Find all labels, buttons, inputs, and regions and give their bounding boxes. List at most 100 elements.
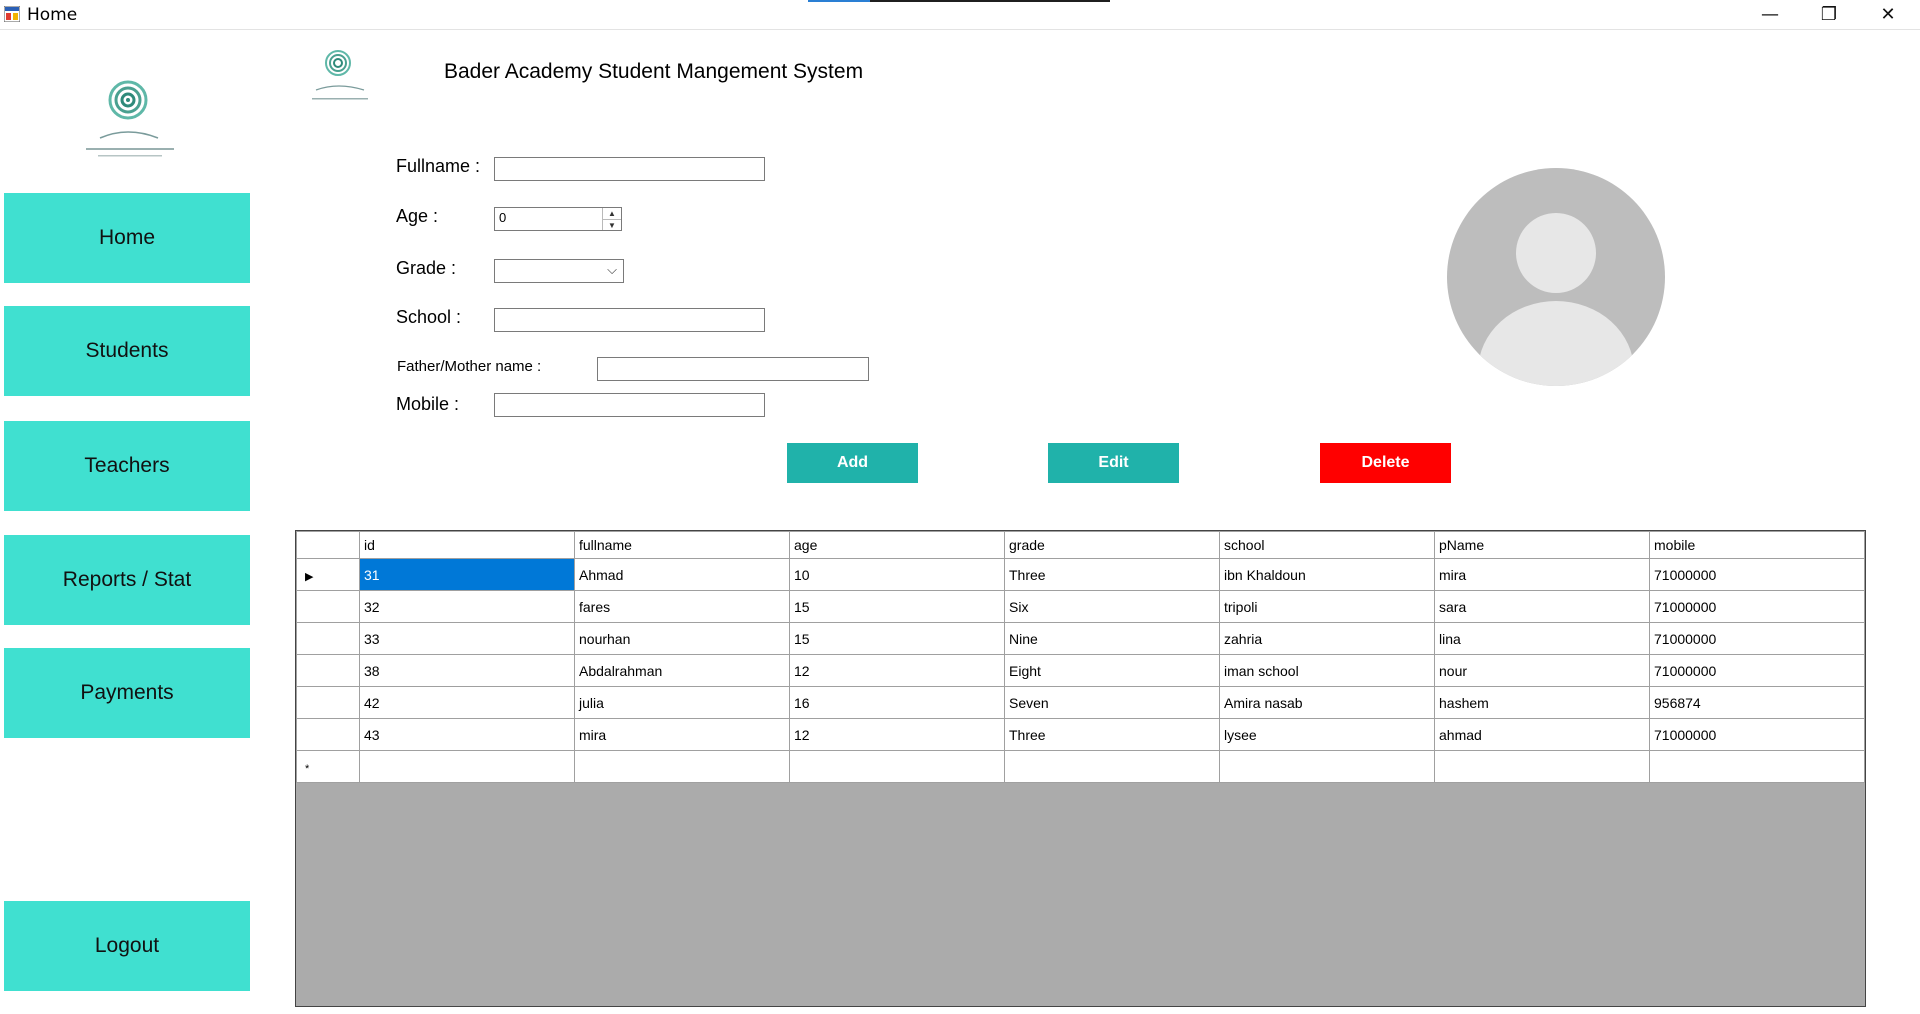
cell-mobile[interactable]: 71000000: [1649, 590, 1865, 623]
add-button[interactable]: Add: [787, 443, 918, 483]
cell-age[interactable]: 15: [789, 622, 1005, 655]
row-header-corner: [296, 531, 360, 559]
cell-pname[interactable]: mira: [1434, 558, 1650, 591]
new-cell[interactable]: [359, 750, 575, 783]
row-header[interactable]: [296, 590, 360, 623]
new-cell[interactable]: [1219, 750, 1435, 783]
cell-grade[interactable]: Eight: [1004, 654, 1220, 687]
delete-button-label: Delete: [1361, 454, 1410, 471]
sidebar-item-payments[interactable]: Payments: [4, 648, 250, 738]
new-cell[interactable]: [574, 750, 790, 783]
age-value: 0: [499, 210, 507, 225]
cell-pname[interactable]: nour: [1434, 654, 1650, 687]
table-row[interactable]: 42 julia 16 Seven Amira nasab hashem 956…: [296, 686, 1865, 719]
spin-down-icon[interactable]: ▼: [603, 220, 621, 231]
row-header[interactable]: [296, 686, 360, 719]
column-header-mobile[interactable]: mobile: [1649, 531, 1865, 559]
cell-pname[interactable]: sara: [1434, 590, 1650, 623]
sidebar-item-home[interactable]: Home: [4, 193, 250, 283]
cell-mobile[interactable]: 71000000: [1649, 558, 1865, 591]
table-row[interactable]: 32 fares 15 Six tripoli sara 71000000: [296, 590, 1865, 623]
cell-id[interactable]: 31: [359, 558, 575, 591]
table-row[interactable]: ▶ 31 Ahmad 10 Three ibn Khaldoun mira 71…: [296, 558, 1865, 591]
cell-id[interactable]: 33: [359, 622, 575, 655]
close-icon: ✕: [1880, 4, 1896, 25]
age-spinner[interactable]: ▲ ▼: [602, 208, 621, 230]
cell-fullname[interactable]: Abdalrahman: [574, 654, 790, 687]
column-header-school[interactable]: school: [1219, 531, 1435, 559]
new-cell[interactable]: [1434, 750, 1650, 783]
cell-age[interactable]: 15: [789, 590, 1005, 623]
parent-name-field[interactable]: [597, 357, 869, 381]
grade-select[interactable]: ⌵: [494, 259, 624, 283]
new-cell[interactable]: [1004, 750, 1220, 783]
cell-school[interactable]: lysee: [1219, 718, 1435, 751]
sidebar-item-label: Students: [85, 339, 169, 362]
column-header-id[interactable]: id: [359, 531, 575, 559]
new-cell[interactable]: [789, 750, 1005, 783]
cell-pname[interactable]: lina: [1434, 622, 1650, 655]
spin-up-icon[interactable]: ▲: [603, 208, 621, 220]
school-field[interactable]: [494, 308, 765, 332]
parent-name-label: Father/Mother name :: [397, 358, 542, 375]
close-button[interactable]: ✕: [1859, 0, 1917, 29]
students-grid[interactable]: id fullname age grade school pName mobil…: [295, 530, 1866, 1007]
restore-button[interactable]: ❐: [1800, 0, 1858, 29]
table-row[interactable]: 43 mira 12 Three lysee ahmad 71000000: [296, 718, 1865, 751]
age-stepper[interactable]: 0 ▲ ▼: [494, 207, 622, 231]
cell-grade[interactable]: Six: [1004, 590, 1220, 623]
cell-age[interactable]: 12: [789, 654, 1005, 687]
table-row[interactable]: 38 Abdalrahman 12 Eight iman school nour…: [296, 654, 1865, 687]
cell-fullname[interactable]: fares: [574, 590, 790, 623]
sidebar-item-teachers[interactable]: Teachers: [4, 421, 250, 511]
cell-mobile[interactable]: 71000000: [1649, 622, 1865, 655]
row-header[interactable]: ▶: [296, 558, 360, 591]
cell-school[interactable]: zahria: [1219, 622, 1435, 655]
cell-id[interactable]: 43: [359, 718, 575, 751]
cell-mobile[interactable]: 956874: [1649, 686, 1865, 719]
column-header-grade[interactable]: grade: [1004, 531, 1220, 559]
cell-pname[interactable]: hashem: [1434, 686, 1650, 719]
cell-mobile[interactable]: 71000000: [1649, 718, 1865, 751]
mobile-field[interactable]: [494, 393, 765, 417]
new-row[interactable]: *: [296, 750, 1865, 783]
delete-button[interactable]: Delete: [1320, 443, 1451, 483]
minimize-button[interactable]: —: [1741, 0, 1799, 29]
table-row[interactable]: 33 nourhan 15 Nine zahria lina 71000000: [296, 622, 1865, 655]
cell-id[interactable]: 32: [359, 590, 575, 623]
sidebar-item-reports[interactable]: Reports / Stat: [4, 535, 250, 625]
fullname-field[interactable]: [494, 157, 765, 181]
cell-id[interactable]: 38: [359, 654, 575, 687]
logout-label: Logout: [94, 934, 160, 957]
cell-school[interactable]: ibn Khaldoun: [1219, 558, 1435, 591]
cell-grade[interactable]: Seven: [1004, 686, 1220, 719]
column-header-pname[interactable]: pName: [1434, 531, 1650, 559]
cell-fullname[interactable]: nourhan: [574, 622, 790, 655]
cell-age[interactable]: 10: [789, 558, 1005, 591]
row-header[interactable]: *: [296, 750, 360, 783]
cell-fullname[interactable]: mira: [574, 718, 790, 751]
cell-grade[interactable]: Three: [1004, 558, 1220, 591]
window-title: Home: [27, 5, 78, 25]
cell-age[interactable]: 16: [789, 686, 1005, 719]
cell-id[interactable]: 42: [359, 686, 575, 719]
logout-button[interactable]: Logout: [4, 901, 250, 991]
row-header[interactable]: [296, 654, 360, 687]
edit-button[interactable]: Edit: [1048, 443, 1179, 483]
cell-age[interactable]: 12: [789, 718, 1005, 751]
new-cell[interactable]: [1649, 750, 1865, 783]
cell-school[interactable]: Amira nasab: [1219, 686, 1435, 719]
cell-school[interactable]: iman school: [1219, 654, 1435, 687]
cell-fullname[interactable]: julia: [574, 686, 790, 719]
column-header-fullname[interactable]: fullname: [574, 531, 790, 559]
column-header-age[interactable]: age: [789, 531, 1005, 559]
cell-school[interactable]: tripoli: [1219, 590, 1435, 623]
sidebar-item-students[interactable]: Students: [4, 306, 250, 396]
cell-grade[interactable]: Three: [1004, 718, 1220, 751]
cell-pname[interactable]: ahmad: [1434, 718, 1650, 751]
row-header[interactable]: [296, 718, 360, 751]
row-header[interactable]: [296, 622, 360, 655]
cell-fullname[interactable]: Ahmad: [574, 558, 790, 591]
cell-mobile[interactable]: 71000000: [1649, 654, 1865, 687]
cell-grade[interactable]: Nine: [1004, 622, 1220, 655]
